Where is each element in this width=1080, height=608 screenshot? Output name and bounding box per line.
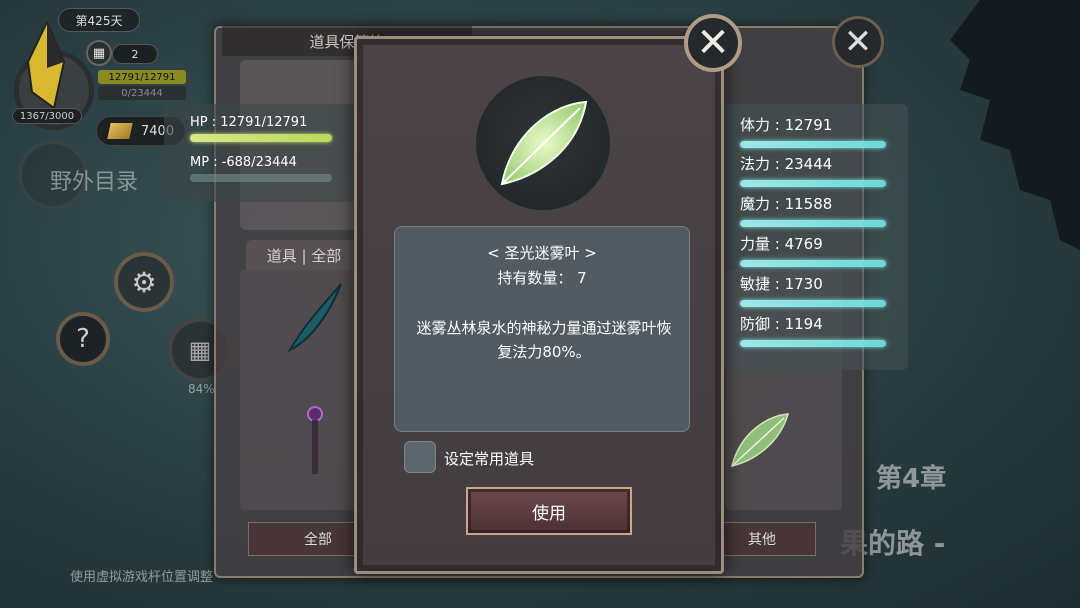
item-name: < 圣光迷雾叶 > [487, 244, 597, 262]
tab-items-all[interactable]: 道具 | 全部 [246, 240, 362, 270]
stat-row: 防御 : 1194 [740, 313, 886, 347]
stat-bar [740, 220, 886, 227]
stat-label: 敏捷 : 1730 [740, 275, 823, 293]
stat-label: 力量 : 4769 [740, 235, 823, 253]
field-menu-label[interactable]: 野外目录 [50, 164, 138, 196]
stat-label: 体力 : 12791 [740, 116, 833, 134]
filter-other-button[interactable]: 其他 [708, 522, 816, 556]
set-common-checkbox[interactable] [404, 441, 436, 473]
hp-bar [190, 134, 332, 142]
progress-percent: 84% [188, 382, 215, 396]
chapter-label: 第4章 [876, 464, 947, 494]
mp-mini-bar: 0/23444 [98, 86, 186, 100]
stat-bar [740, 340, 886, 347]
stat-label: 魔力 : 11588 [740, 195, 833, 213]
feather-icon[interactable] [286, 282, 346, 352]
mp-label: MP : -688/23444 [190, 155, 297, 170]
hp-mini-bar: 12791/12791 [98, 70, 186, 84]
stat-label: 防御 : 1194 [740, 315, 823, 333]
stat-bar [740, 141, 886, 148]
stat-row: 魔力 : 11588 [740, 193, 886, 227]
set-common-label: 设定常用道具 [444, 450, 535, 468]
stat-bar [740, 180, 886, 187]
close-icon[interactable]: ✕ [832, 16, 884, 68]
gear-icon[interactable]: ⚙ [114, 252, 174, 312]
crystal-icon [26, 22, 66, 110]
stat-row: 体力 : 12791 [740, 114, 886, 148]
wand-icon[interactable] [300, 404, 330, 476]
leaf-icon[interactable] [726, 410, 792, 470]
stat-row: 敏捷 : 1730 [740, 273, 886, 307]
day-counter: 第425天 [58, 8, 140, 32]
stat-bar [740, 260, 886, 267]
item-quantity: 持有数量： 7 [497, 269, 587, 287]
stat-row: 法力 : 23444 [740, 153, 886, 187]
mp-bar [190, 174, 332, 182]
close-icon[interactable]: ✕ [684, 14, 742, 72]
item-description: 迷雾丛林泉水的神秘力量通过迷雾叶恢复法力80%。 [416, 319, 672, 361]
calendar-icon[interactable]: ▦ [86, 40, 112, 66]
stat-row: 力量 : 4769 [740, 233, 886, 267]
hp-label: HP : 12791/12791 [190, 115, 308, 130]
stat-bar [740, 300, 886, 307]
stat-label: 法力 : 23444 [740, 155, 833, 173]
exp-bar: 1367/3000 [12, 108, 82, 124]
calendar-count: 2 [112, 44, 158, 64]
leaf-icon [500, 100, 588, 186]
gold-icon [107, 123, 133, 139]
use-button[interactable]: 使用 [466, 487, 632, 535]
help-icon[interactable]: ? [56, 312, 110, 366]
hint-text: 使用虚拟游戏杆位置调整 [70, 570, 214, 585]
